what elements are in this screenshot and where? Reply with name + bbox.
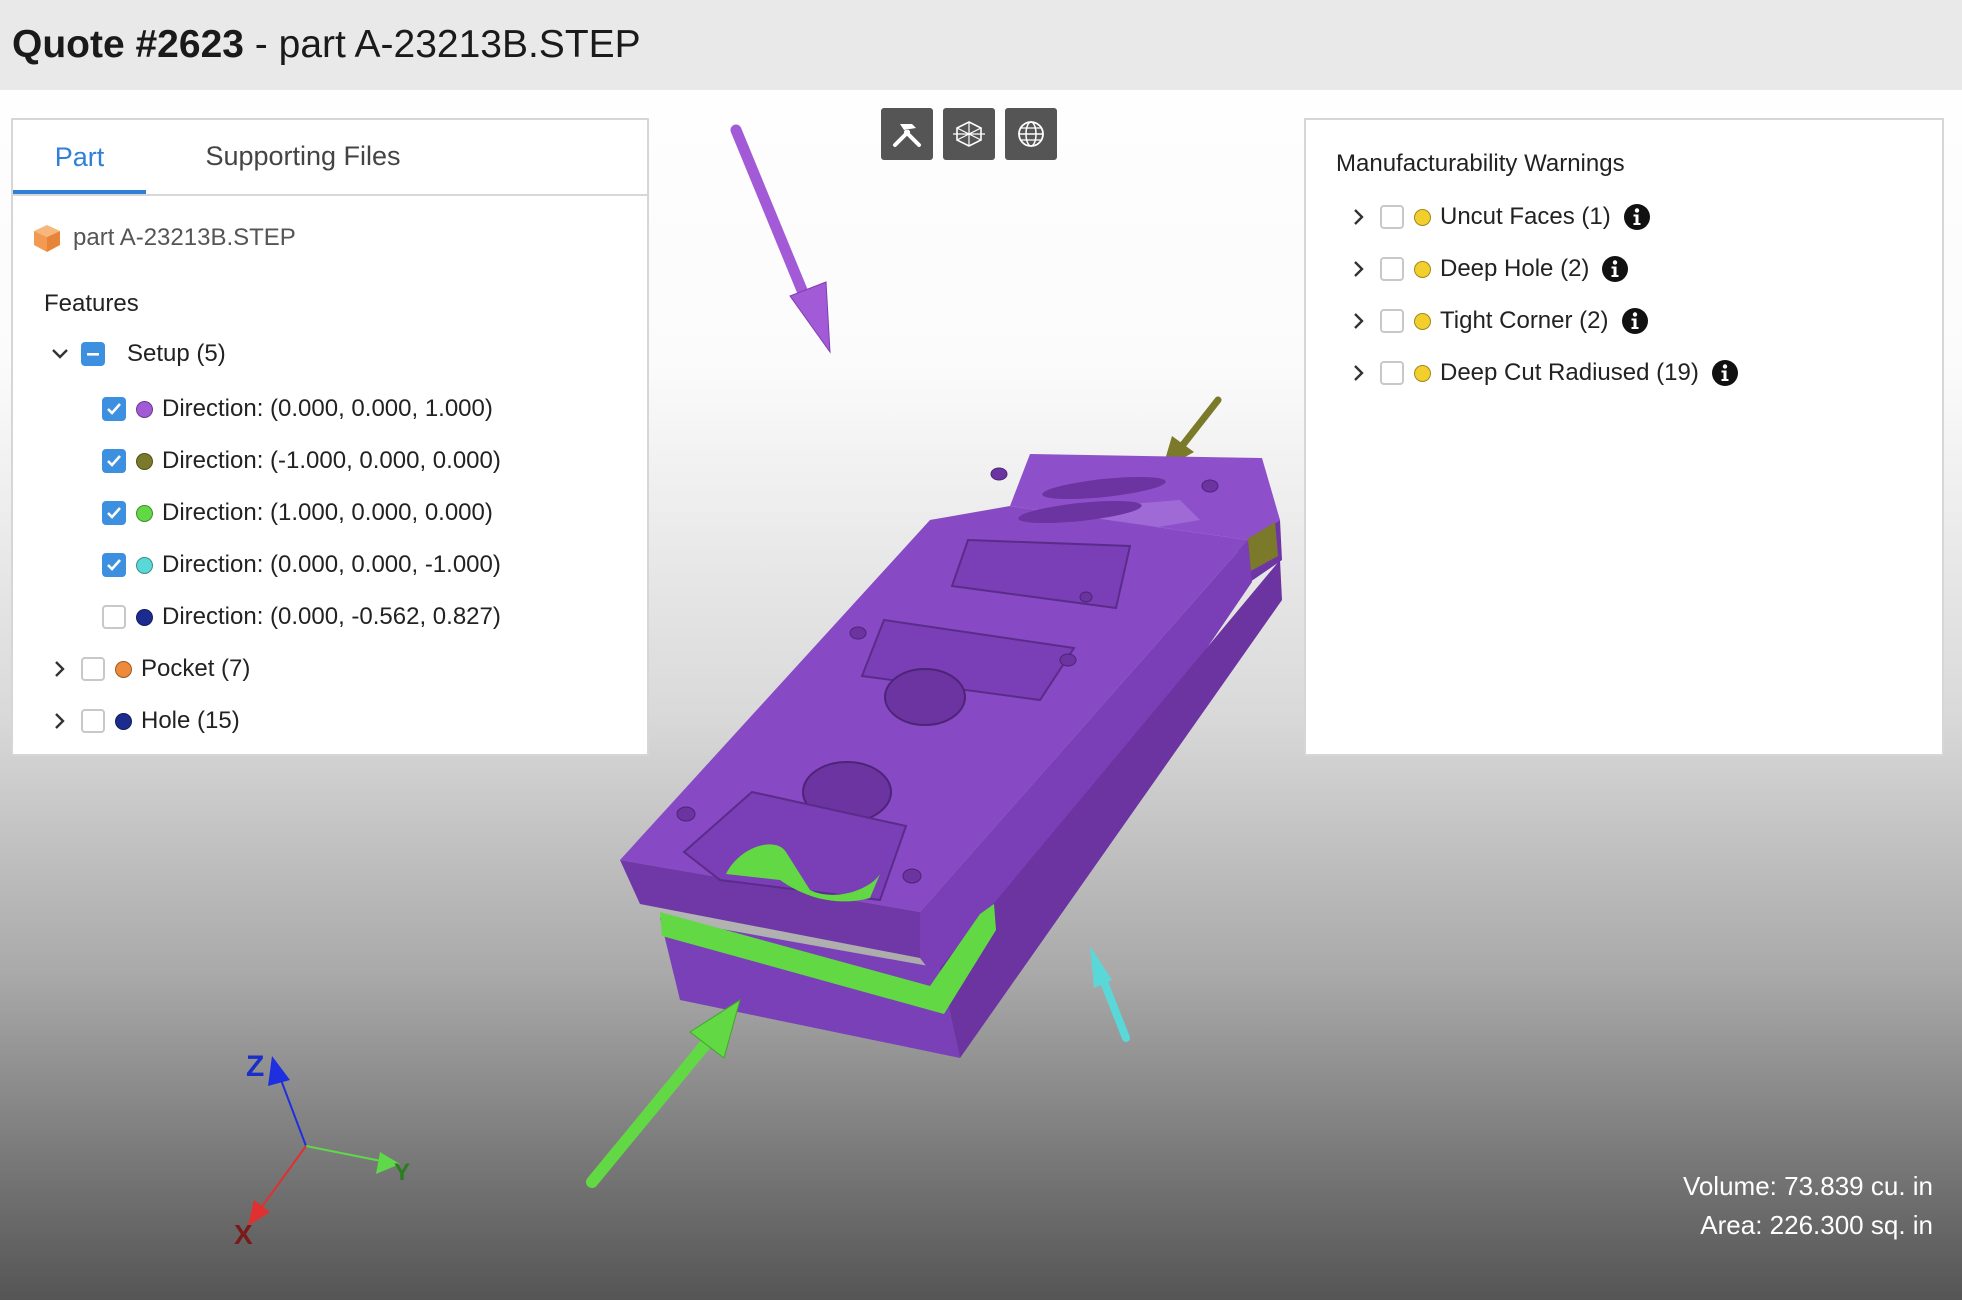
warning-item[interactable]: Deep Hole (2) [1350,255,1629,283]
color-swatch [1414,260,1431,278]
file-name: part A-23213B.STEP [73,224,296,251]
tree-item-hole[interactable]: Hole (15) [51,707,240,735]
direction-label: Direction: (0.000, 0.000, 1.000) [162,395,493,422]
info-icon[interactable] [1601,255,1629,283]
pocket-label: Pocket (7) [141,655,251,682]
direction-arrow-pos-x [586,998,741,1188]
warning-item[interactable]: Tight Corner (2) [1350,307,1649,335]
pocket-checkbox[interactable] [81,657,105,681]
tree-item-direction[interactable]: Direction: (0.000, -0.562, 0.827) [102,603,501,631]
setup-label: Setup (5) [127,340,226,367]
direction-arrow-top [730,124,831,354]
tree-item-direction[interactable]: Direction: (0.000, 0.000, 1.000) [102,395,493,423]
direction-checkbox[interactable] [102,449,126,473]
direction-label: Direction: (0.000, -0.562, 0.827) [162,603,501,630]
color-swatch [1414,312,1431,330]
direction-checkbox[interactable] [102,553,126,577]
warning-checkbox[interactable] [1380,309,1404,333]
direction-checkbox[interactable] [102,605,126,629]
title-bar: Quote #2623 - part A-23213B.STEP [0,0,1962,90]
cube-icon [34,225,60,252]
color-swatch [136,452,153,470]
warning-label: Uncut Faces (1) [1440,203,1611,230]
tree-item-setup[interactable]: Setup (5) [51,340,226,368]
info-icon[interactable] [1711,359,1739,387]
tab-part[interactable]: Part [13,120,146,194]
color-swatch [115,660,132,678]
direction-label: Direction: (0.000, 0.000, -1.000) [162,551,501,578]
warning-item[interactable]: Deep Cut Radiused (19) [1350,359,1739,387]
file-item[interactable]: part A-23213B.STEP [31,222,296,254]
color-swatch [136,556,153,574]
features-heading: Features [44,290,139,317]
warning-label: Tight Corner (2) [1440,307,1609,334]
check-icon [107,507,121,519]
warning-checkbox[interactable] [1380,257,1404,281]
wireframe-cube-icon [953,121,985,147]
minus-icon [87,353,99,356]
color-swatch [1414,208,1431,226]
color-swatch [1414,364,1431,382]
part-name: part A-23213B.STEP [278,23,641,66]
quote-number: Quote #2623 [12,23,244,66]
info-icon[interactable] [1621,307,1649,335]
measure-tools-icon [893,124,921,147]
warning-item[interactable]: Uncut Faces (1) [1350,203,1651,231]
part-panel: Part Supporting Files part A-23213B.STEP… [11,118,649,756]
direction-checkbox[interactable] [102,397,126,421]
globe-icon [1018,121,1044,147]
info-icon[interactable] [1623,203,1651,231]
warning-label: Deep Hole (2) [1440,255,1590,282]
tree-item-direction[interactable]: Direction: (-1.000, 0.000, 0.000) [102,447,501,475]
chevron-right-icon[interactable] [51,660,69,678]
hole-label: Hole (15) [141,707,240,734]
page-title: Quote #2623 - part A-23213B.STEP [12,23,641,67]
model-stats: Volume: 73.839 cu. in Area: 226.300 sq. … [1683,1167,1933,1245]
title-separator: - [243,23,279,66]
chevron-right-icon[interactable] [1350,208,1368,226]
volume-readout: Volume: 73.839 cu. in [1682,1171,1933,1201]
chevron-right-icon[interactable] [1350,364,1368,382]
area-readout: Area: 226.300 sq. in [1700,1210,1933,1240]
tree-item-direction[interactable]: Direction: (1.000, 0.000, 0.000) [102,499,493,527]
tab-supporting-files[interactable]: Supporting Files [158,120,448,192]
color-swatch [136,608,153,626]
wireframe-view-button[interactable] [943,108,995,160]
warning-checkbox[interactable] [1380,361,1404,385]
hole-checkbox[interactable] [81,709,105,733]
direction-label: Direction: (-1.000, 0.000, 0.000) [162,447,501,474]
panel-tabs: Part Supporting Files [13,120,647,196]
view-toolbar [881,108,1057,160]
chevron-right-icon[interactable] [1350,260,1368,278]
tree-item-direction[interactable]: Direction: (0.000, 0.000, -1.000) [102,551,501,579]
color-swatch [115,712,132,730]
color-swatch [136,504,153,522]
chevron-right-icon[interactable] [1350,312,1368,330]
color-swatch [136,400,153,418]
cad-part [620,454,1282,1058]
chevron-down-icon[interactable] [51,345,69,363]
perspective-view-button[interactable] [1005,108,1057,160]
tree-item-pocket[interactable]: Pocket (7) [51,655,250,683]
warning-label: Deep Cut Radiused (19) [1440,359,1699,386]
check-icon [107,559,121,571]
direction-checkbox[interactable] [102,501,126,525]
direction-arrow-neg-z [1090,946,1130,1042]
setup-checkbox[interactable] [81,342,105,366]
warnings-panel: Manufacturability Warnings Uncut Faces (… [1304,118,1944,756]
direction-label: Direction: (1.000, 0.000, 0.000) [162,499,493,526]
warnings-heading: Manufacturability Warnings [1336,150,1625,177]
chevron-right-icon[interactable] [51,712,69,730]
check-icon [107,455,121,467]
axis-triad [248,1056,400,1226]
check-icon [107,403,121,415]
warning-checkbox[interactable] [1380,205,1404,229]
measure-tools-button[interactable] [881,108,933,160]
